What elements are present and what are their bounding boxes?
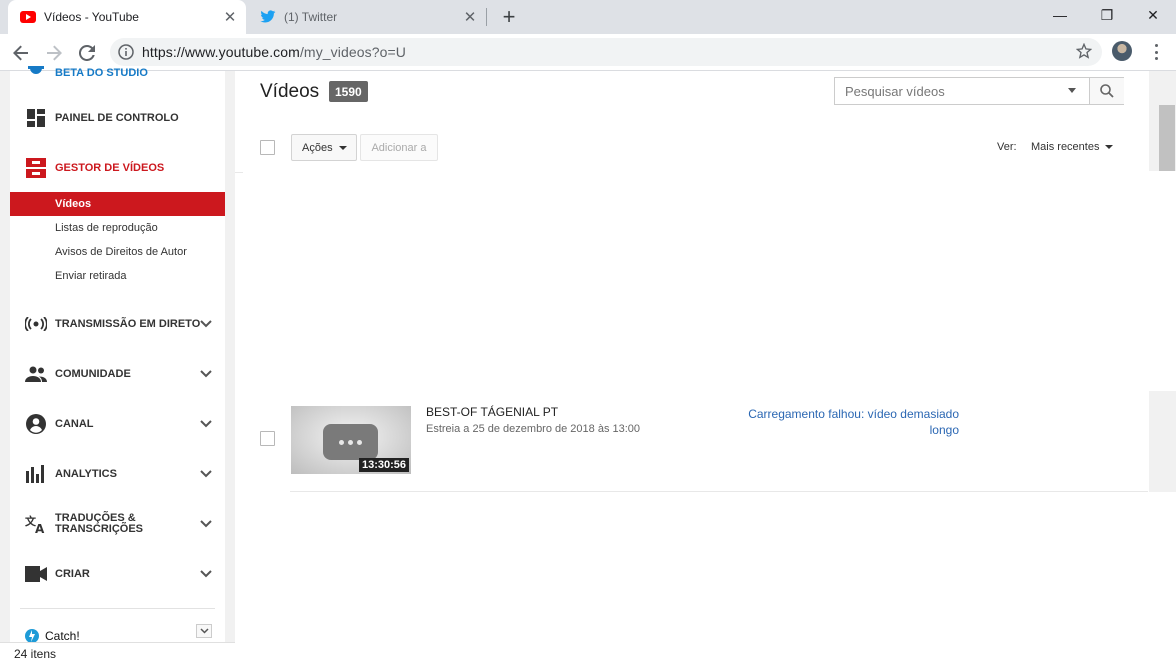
browser-menu-icon[interactable]: [1148, 42, 1164, 62]
chevron-down-icon[interactable]: [196, 624, 212, 638]
sort-dropdown[interactable]: Mais recentes: [1031, 141, 1114, 153]
processing-dots-icon: [323, 424, 378, 460]
actions-label: Ações: [302, 141, 333, 154]
page-title: Vídeos: [260, 81, 320, 102]
live-stream-icon: [25, 313, 47, 335]
chevron-down-icon[interactable]: [199, 367, 213, 381]
chevron-down-icon[interactable]: [199, 517, 213, 531]
url-text: https://www.youtube.com/my_videos?o=U: [142, 44, 406, 60]
close-tab-icon[interactable]: ✕: [220, 7, 240, 27]
svg-text:A: A: [35, 522, 45, 534]
sidebar-item-label: COMUNIDADE: [55, 368, 131, 380]
caret-down-icon: [1105, 145, 1114, 149]
tab-divider: [486, 8, 487, 26]
create-camera-icon: [25, 563, 47, 585]
channel-icon: [25, 413, 47, 435]
sidebar-subitem-playlists[interactable]: Listas de reprodução: [10, 216, 225, 240]
sidebar-item-label: ANALYTICS: [55, 468, 117, 480]
tab-youtube[interactable]: Vídeos - YouTube ✕: [8, 0, 246, 34]
sidebar-item-channel[interactable]: CANAL: [10, 413, 225, 435]
search-input[interactable]: [845, 83, 1073, 99]
sidebar-item-translations[interactable]: 文A TRADUÇÕES & TRANSCRIÇÕES: [10, 511, 225, 537]
main-header: Vídeos 1590 Ações Adicionar a Ver: Mais …: [235, 71, 1149, 171]
chevron-down-icon[interactable]: [199, 317, 213, 331]
chevron-down-icon[interactable]: [199, 467, 213, 481]
sidebar-item-label: CANAL: [55, 418, 94, 430]
sidebar-item-label: CRIAR: [55, 568, 90, 580]
sidebar-item-create[interactable]: CRIAR: [10, 563, 225, 585]
sidebar-item-label: BETA DO STUDIO: [55, 67, 148, 79]
upload-status-link[interactable]: Carregamento falhou: vídeo demasiado lon…: [745, 406, 959, 438]
sidebar-item-live-streaming[interactable]: TRANSMISSÃO EM DIRETO: [10, 313, 225, 335]
search-dropdown-caret-icon[interactable]: [1068, 88, 1076, 93]
url-domain: https://www.youtube.com: [142, 44, 300, 60]
sidebar-item-video-manager[interactable]: GESTOR DE VÍDEOS: [10, 157, 225, 179]
view-label: Ver:: [997, 141, 1017, 153]
reload-icon[interactable]: [75, 41, 99, 65]
close-window-button[interactable]: ✕: [1130, 0, 1176, 30]
video-row-checkbox[interactable]: [260, 431, 275, 446]
sort-value: Mais recentes: [1031, 141, 1100, 153]
search-icon: [1100, 84, 1114, 98]
browser-tab-strip: Vídeos - YouTube ✕ (1) Twitter ✕ + — ❐ ✕: [0, 0, 1176, 34]
status-bar: 24 itens: [0, 642, 235, 664]
sidebar-item-label: TRANSMISSÃO EM DIRETO: [55, 318, 201, 330]
sidebar-subitem-send-takedown[interactable]: Enviar retirada: [10, 264, 225, 288]
catch-label: Catch!: [45, 629, 80, 643]
video-count-badge: 1590: [329, 81, 368, 102]
sidebar-item-label: GESTOR DE VÍDEOS: [55, 162, 165, 174]
tab-title: (1) Twitter: [284, 10, 338, 24]
address-bar[interactable]: https://www.youtube.com/my_videos?o=U: [110, 38, 1102, 66]
actions-button[interactable]: Ações: [291, 134, 357, 161]
video-duration: 13:30:56: [358, 458, 409, 472]
search-button[interactable]: [1089, 78, 1124, 104]
url-path: /my_videos?o=U: [299, 44, 407, 60]
sidebar-item-dashboard[interactable]: PAINEL DE CONTROLO: [10, 107, 225, 129]
video-premiere-date: Estreia a 25 de dezembro de 2018 às 13:0…: [426, 423, 641, 435]
sidebar-panel: BETA DO STUDIO PAINEL DE CONTROLO GESTOR…: [10, 66, 225, 664]
sidebar-subitem-copyright-notices[interactable]: Avisos de Direitos de Autor: [10, 240, 225, 264]
profile-avatar[interactable]: [1112, 41, 1132, 61]
chevron-down-icon[interactable]: [199, 417, 213, 431]
video-manager-main: Vídeos 1590 Ações Adicionar a Ver: Mais …: [235, 71, 1176, 664]
maximize-button[interactable]: ❐: [1084, 0, 1130, 30]
video-title[interactable]: BEST-OF TÁGENIAL PT: [426, 405, 558, 419]
add-to-button[interactable]: Adicionar a: [360, 134, 438, 161]
list-scrollbar-track[interactable]: [1149, 71, 1176, 171]
close-tab-icon[interactable]: ✕: [460, 7, 480, 27]
video-manager-icon: [25, 157, 47, 179]
sidebar-item-analytics[interactable]: ANALYTICS: [10, 463, 225, 485]
chevron-down-icon[interactable]: [199, 567, 213, 581]
divider: [235, 172, 243, 173]
sidebar-item-beta-studio[interactable]: BETA DO STUDIO: [10, 64, 225, 82]
tab-twitter[interactable]: (1) Twitter ✕: [248, 0, 486, 34]
label-line: TRANSCRIÇÕES: [55, 523, 144, 535]
search-videos-box: [834, 77, 1124, 105]
scrollbar-thumb[interactable]: [1159, 105, 1175, 171]
select-all-checkbox[interactable]: [260, 140, 275, 155]
sidebar-item-community[interactable]: COMUNIDADE: [10, 363, 225, 385]
sidebar-divider: [20, 608, 215, 609]
sidebar-item-label: TRADUÇÕES & TRANSCRIÇÕES: [55, 513, 143, 535]
translate-icon: 文A: [25, 513, 47, 535]
studio-gear-icon: [25, 62, 47, 84]
creator-studio-sidebar: BETA DO STUDIO PAINEL DE CONTROLO GESTOR…: [0, 66, 235, 664]
new-tab-button[interactable]: +: [498, 4, 520, 29]
dashboard-icon: [25, 107, 47, 129]
site-info-icon[interactable]: [118, 44, 134, 60]
analytics-icon: [25, 463, 47, 485]
bookmark-star-icon[interactable]: [1075, 42, 1093, 64]
sidebar-subitem-videos[interactable]: Vídeos: [10, 192, 225, 216]
twitter-favicon-icon: [260, 9, 276, 25]
youtube-favicon-icon: [20, 9, 36, 25]
minimize-button[interactable]: —: [1037, 0, 1083, 30]
tab-title: Vídeos - YouTube: [44, 10, 139, 24]
community-icon: [25, 363, 47, 385]
table-row[interactable]: 13:30:56 BEST-OF TÁGENIAL PT Estreia a 2…: [290, 391, 1148, 492]
video-thumbnail[interactable]: 13:30:56: [291, 406, 411, 474]
sidebar-item-label: PAINEL DE CONTROLO: [55, 112, 179, 124]
caret-down-icon: [338, 145, 347, 150]
row-scroll-track: [1149, 391, 1176, 492]
